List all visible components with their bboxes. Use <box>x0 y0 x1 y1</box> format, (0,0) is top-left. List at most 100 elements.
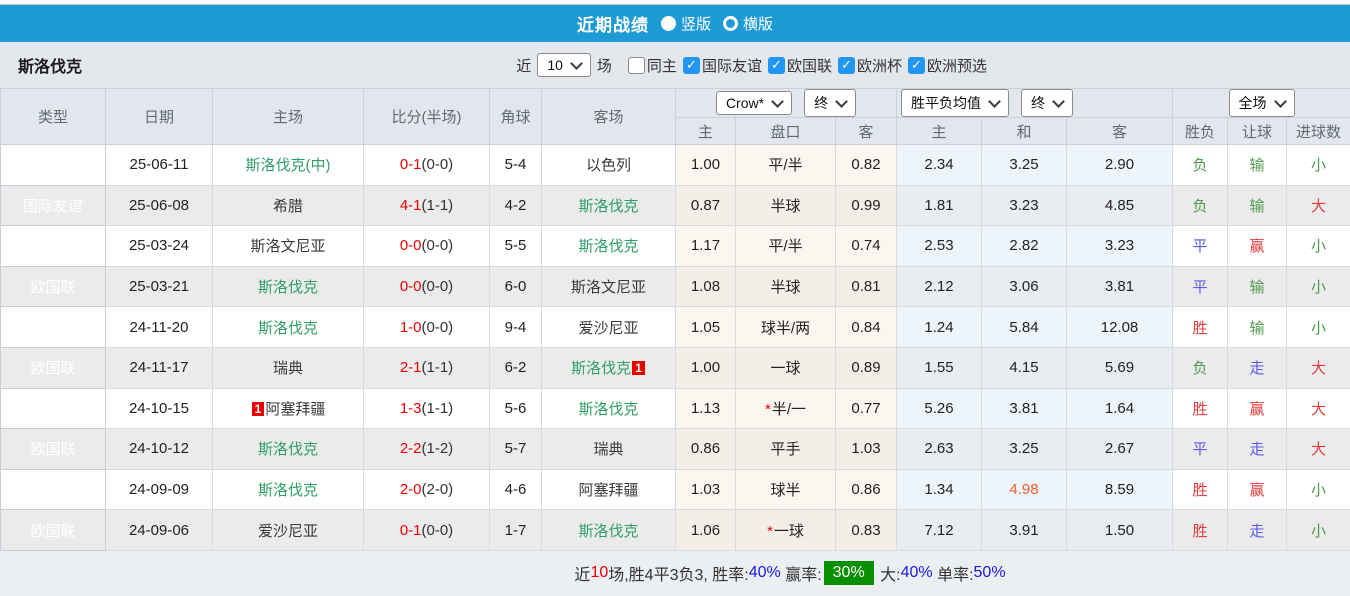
match-type-badge: 欧国联 <box>0 509 106 551</box>
layout-option-vertical-label: 竖版 <box>680 16 711 33</box>
fulltime-score: 2-2 <box>399 440 422 458</box>
layout-option-horizontal-label: 横版 <box>743 16 774 33</box>
halftime-score: (1-2) <box>421 440 454 458</box>
checkbox-checked-icon[interactable]: ✓ <box>907 56 925 74</box>
result-handicap: 输 <box>1227 144 1288 186</box>
score: 0-0(0-0) <box>363 265 490 308</box>
avg-home-odds: 2.12 <box>896 265 982 308</box>
checkbox-checked-icon[interactable]: ✓ <box>682 56 700 74</box>
subheader-result-wdl: 胜负 <box>1172 117 1229 145</box>
subheader-result-goals: 进球数 <box>1286 117 1350 145</box>
layout-option-horizontal[interactable]: 横版 <box>723 13 773 34</box>
chevron-down-icon <box>988 94 1001 108</box>
handicap-line-text: 平/半 <box>768 157 803 175</box>
checkbox-checked-icon[interactable]: ✓ <box>767 56 785 74</box>
corner-count: 4-6 <box>489 468 542 511</box>
away-team: 以色列 <box>541 144 676 186</box>
avg-home-odds: 1.81 <box>896 184 982 227</box>
table-row: 欧国联 24-11-20 斯洛伐克 1-0(0-0) 9-4 爱沙尼亚 1.05 球半/两 0.… <box>0 306 1350 348</box>
subheader-handicap-line: 盘口 <box>735 117 836 145</box>
checkbox-unchecked-icon[interactable] <box>627 56 645 74</box>
match-date: 25-06-11 <box>105 144 213 186</box>
avg-away-odds: 5.69 <box>1065 346 1174 389</box>
match-type-badge: 欧国联 <box>0 225 106 267</box>
summary-segment-2: 场,胜4平3负3, 胜率: <box>608 567 749 585</box>
score: 0-0(0-0) <box>363 225 490 267</box>
summary-segment-4: 赢率: <box>780 567 822 585</box>
result-goals: 小 <box>1286 225 1350 267</box>
home-team-name: 斯洛伐克 <box>257 319 318 337</box>
avg-away-odds: 8.59 <box>1065 468 1174 511</box>
red-card-badge: 1 <box>251 401 265 416</box>
average-time-select[interactable]: 终 <box>1021 89 1073 117</box>
layout-option-vertical[interactable]: 竖版 <box>660 13 711 34</box>
avg-away-odds: 12.08 <box>1065 306 1174 348</box>
away-team: 斯洛伐克 <box>541 184 676 227</box>
handicap-home-odds: 1.00 <box>675 144 736 186</box>
col-header-corner: 角球 <box>489 88 542 145</box>
result-handicap: 走 <box>1227 509 1288 551</box>
odds-company-select[interactable]: Crow* <box>715 91 793 115</box>
result-wdl: 负 <box>1172 184 1229 227</box>
filter-item-3[interactable]: ✓ 欧洲杯 <box>837 55 902 76</box>
chevron-down-icon <box>835 94 848 108</box>
filter-item-0[interactable]: 同主 <box>627 55 677 76</box>
home-team-name: 爱沙尼亚 <box>257 522 318 540</box>
halftime-score: (0-0) <box>421 318 454 336</box>
team-name: 斯洛伐克 <box>18 59 83 76</box>
radio-unselected-icon[interactable] <box>723 16 738 31</box>
col-header-home: 主场 <box>212 88 364 145</box>
result-scope-select[interactable]: 全场 <box>1228 89 1295 117</box>
games-label: 场 <box>596 57 612 75</box>
chevron-down-icon <box>771 94 784 108</box>
home-team-name: 斯洛伐克(中) <box>245 157 331 175</box>
chevron-down-icon <box>1273 94 1287 108</box>
away-team: 斯洛伐克 1 <box>541 346 676 389</box>
filter-label: 欧国联 <box>786 57 832 75</box>
summary-segment-8: 单率: <box>932 567 974 585</box>
average-type-select[interactable]: 胜平负均值 <box>901 89 1009 117</box>
avg-home-odds: 1.24 <box>896 306 982 348</box>
avg-draw-odds: 2.82 <box>981 225 1067 267</box>
home-team: 瑞典 <box>212 346 364 389</box>
home-team: 斯洛伐克(中) <box>212 144 364 186</box>
handicap-line: 球半/两 <box>735 306 836 348</box>
games-count-select[interactable]: 10 <box>537 53 591 77</box>
filter-item-4[interactable]: ✓ 欧洲预选 <box>907 55 987 76</box>
summary-segment-3: 40% <box>748 564 781 582</box>
result-handicap: 走 <box>1227 346 1288 389</box>
match-date: 25-03-21 <box>105 265 213 308</box>
avg-draw-odds: 3.25 <box>981 428 1067 470</box>
avg-away-odds: 1.64 <box>1065 387 1174 430</box>
col-header-date: 日期 <box>105 88 213 145</box>
avg-draw-odds: 3.23 <box>981 184 1067 227</box>
match-date: 25-03-24 <box>105 225 213 267</box>
handicap-line: 平/半 <box>735 144 836 186</box>
match-type-badge: 欧国联 <box>0 387 106 430</box>
result-handicap: 输 <box>1227 306 1288 348</box>
home-team-name: 希腊 <box>272 197 303 215</box>
odds-time-select[interactable]: 终 <box>804 89 857 117</box>
filter-item-2[interactable]: ✓ 欧国联 <box>767 55 832 76</box>
score: 2-2(1-2) <box>363 428 490 470</box>
home-team: 斯洛伐克 <box>212 265 364 308</box>
home-team-name: 斯洛伐克 <box>257 482 318 500</box>
average-group-header: 胜平负均值 终 <box>895 88 1174 118</box>
radio-selected-icon[interactable] <box>660 16 676 31</box>
away-team-name: 以色列 <box>585 157 631 175</box>
away-team: 斯洛伐克 <box>541 509 676 551</box>
filter-item-1[interactable]: ✓ 国际友谊 <box>682 55 762 76</box>
match-type-badge: 欧国联 <box>0 468 106 511</box>
filter-bar: 斯洛伐克 近 10 场 同主 ✓ 国际友谊 ✓ 欧国联 ✓ 欧洲杯 ✓ 欧洲预选 <box>0 42 1350 88</box>
checkbox-checked-icon[interactable]: ✓ <box>837 56 855 74</box>
fulltime-score: 1-0 <box>399 318 422 336</box>
handicap-home-odds: 1.03 <box>675 468 736 511</box>
match-rows: 国际友谊 25-06-11 斯洛伐克(中) 0-1(0-0) 5-4 以色列 1.00 平/半… <box>0 144 1350 551</box>
red-card-badge: 1 <box>632 361 645 376</box>
games-count-value: 10 <box>547 57 563 73</box>
handicap-line-text: 球半/两 <box>760 319 811 337</box>
avg-home-odds: 2.63 <box>896 428 982 470</box>
summary-segment-5: 30% <box>823 561 874 586</box>
result-wdl: 平 <box>1172 265 1229 308</box>
corner-count: 5-7 <box>489 428 542 470</box>
